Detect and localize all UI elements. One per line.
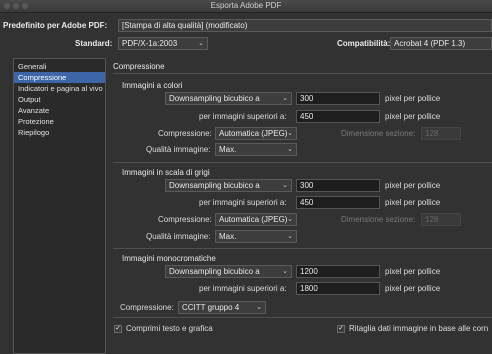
gray-comp-select[interactable]: Automatica (JPEG) ⌄ bbox=[215, 213, 297, 226]
gray-quality-label: Qualità immagine: bbox=[146, 232, 211, 241]
color-downsampling-value: Downsampling bicubico a bbox=[169, 94, 260, 103]
standard-value: PDF/X-1a:2003 bbox=[122, 39, 178, 48]
gray-tile-label: Dimensione sezione: bbox=[341, 215, 416, 224]
color-downsampling-select[interactable]: Downsampling bicubico a ⌄ bbox=[165, 92, 292, 105]
chevron-down-icon: ⌄ bbox=[287, 216, 293, 223]
compat-label: Compatibilità: bbox=[337, 39, 391, 48]
mono-ppi-input[interactable]: 1200 bbox=[296, 265, 380, 278]
group-divider bbox=[113, 162, 492, 163]
panel-divider bbox=[113, 73, 492, 74]
color-above-label: per immagini superiori a: bbox=[199, 112, 287, 121]
mono-above-label: per immagini superiori a: bbox=[199, 284, 287, 293]
chevron-down-icon: ⌄ bbox=[287, 146, 293, 153]
gray-ppi-unit: pixel per pollice bbox=[385, 181, 441, 190]
color-group-title: Immagini a colori bbox=[122, 81, 183, 90]
gray-tile-input: 128 bbox=[421, 213, 461, 226]
sidebar: Generali Compressione Indicatori e pagin… bbox=[13, 58, 106, 354]
gray-downsampling-select[interactable]: Downsampling bicubico a ⌄ bbox=[165, 179, 292, 192]
preset-label: Predefinito per Adobe PDF: bbox=[3, 21, 108, 30]
chevron-down-icon: ⌄ bbox=[282, 182, 288, 189]
color-comp-label: Compressione: bbox=[158, 129, 212, 138]
gray-above-input[interactable]: 450 bbox=[296, 196, 380, 209]
mono-comp-label: Compressione: bbox=[120, 303, 174, 312]
sidebar-item-avanzate[interactable]: Avanzate bbox=[14, 105, 105, 116]
color-ppi-input[interactable]: 300 bbox=[296, 92, 380, 105]
gray-comp-label: Compressione: bbox=[158, 215, 212, 224]
color-ppi-unit: pixel per pollice bbox=[385, 94, 441, 103]
color-comp-select[interactable]: Automatica (JPEG) ⌄ bbox=[215, 127, 297, 140]
gray-above-label: per immagini superiori a: bbox=[199, 198, 287, 207]
color-above-unit: pixel per pollice bbox=[385, 112, 441, 121]
chevron-down-icon: ⌄ bbox=[287, 130, 293, 137]
group-divider bbox=[113, 248, 492, 249]
chevron-down-icon: ⌄ bbox=[198, 40, 204, 47]
standard-select[interactable]: PDF/X-1a:2003 ⌄ bbox=[118, 37, 208, 50]
mono-comp-select[interactable]: CCITT gruppo 4 ⌄ bbox=[178, 301, 266, 314]
crop-data-checkbox[interactable]: ✓ bbox=[337, 325, 345, 333]
compress-text-label: Comprimi testo e grafica bbox=[126, 324, 213, 333]
gray-group-title: Immagini in scala di grigi bbox=[122, 168, 210, 177]
gray-quality-select[interactable]: Max. ⌄ bbox=[215, 230, 297, 243]
color-above-input[interactable]: 450 bbox=[296, 110, 380, 123]
sidebar-item-generali[interactable]: Generali bbox=[14, 61, 105, 72]
mono-downsampling-select[interactable]: Downsampling bicubico a ⌄ bbox=[165, 265, 292, 278]
compat-value: Acrobat 4 (PDF 1.3) bbox=[394, 39, 466, 48]
window-title: Esporta Adobe PDF bbox=[210, 1, 282, 10]
color-quality-label: Qualità immagine: bbox=[146, 145, 211, 154]
sidebar-item-compressione[interactable]: Compressione bbox=[14, 72, 105, 83]
color-tile-label: Dimensione sezione: bbox=[341, 129, 416, 138]
compress-text-checkbox[interactable]: ✓ bbox=[114, 325, 122, 333]
chevron-down-icon: ⌄ bbox=[282, 268, 288, 275]
mono-group-title: Immagini monocromatiche bbox=[122, 254, 216, 263]
chevron-down-icon: ⌄ bbox=[256, 304, 262, 311]
mono-above-input[interactable]: 1800 bbox=[296, 282, 380, 295]
gray-above-unit: pixel per pollice bbox=[385, 198, 441, 207]
mono-above-unit: pixel per pollice bbox=[385, 284, 441, 293]
preset-value: [Stampa di alta qualità] (modificato) bbox=[122, 21, 248, 30]
compat-select[interactable]: Acrobat 4 (PDF 1.3) bbox=[390, 37, 492, 50]
group-divider bbox=[113, 317, 492, 318]
crop-data-label: Ritaglia dati immagine in base alle corn bbox=[349, 324, 489, 333]
sidebar-item-indicatori[interactable]: Indicatori e pagina al vivo bbox=[14, 83, 105, 94]
title-bar: Esporta Adobe PDF bbox=[0, 0, 492, 13]
sidebar-item-riepilogo[interactable]: Riepilogo bbox=[14, 127, 105, 138]
sidebar-item-protezione[interactable]: Protezione bbox=[14, 116, 105, 127]
chevron-down-icon: ⌄ bbox=[287, 233, 293, 240]
sidebar-item-output[interactable]: Output bbox=[14, 94, 105, 105]
mono-ppi-unit: pixel per pollice bbox=[385, 267, 441, 276]
standard-label: Standard: bbox=[75, 39, 113, 48]
color-tile-input: 128 bbox=[421, 127, 461, 140]
color-quality-select[interactable]: Max. ⌄ bbox=[215, 143, 297, 156]
chevron-down-icon: ⌄ bbox=[282, 95, 288, 102]
panel-title: Compressione bbox=[113, 62, 165, 71]
gray-ppi-input[interactable]: 300 bbox=[296, 179, 380, 192]
preset-select[interactable]: [Stampa di alta qualità] (modificato) bbox=[118, 19, 492, 32]
